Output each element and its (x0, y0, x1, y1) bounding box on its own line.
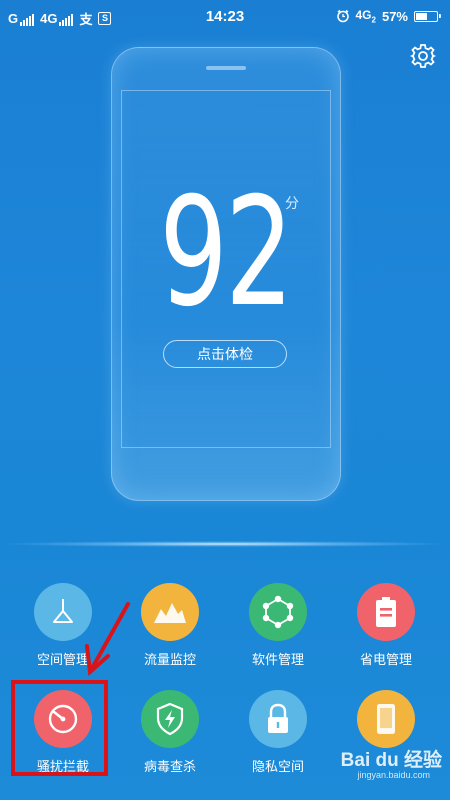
battery-icon (414, 10, 441, 22)
feature-private-space[interactable]: 隐私空间 (223, 690, 333, 775)
baidu-watermark: Bai du 经验 (340, 750, 442, 771)
shield-bolt-icon (156, 702, 184, 736)
feature-virus-scan[interactable]: 病毒查杀 (115, 690, 225, 775)
broom-icon (53, 599, 73, 623)
score-unit: 分 (285, 196, 299, 212)
feature-space-management[interactable]: 空间管理 (8, 583, 118, 668)
feature-label: 隐私空间 (251, 760, 304, 775)
feature-label: 软件管理 (251, 653, 304, 668)
private-space-circle (249, 690, 307, 748)
health-score: 92 (159, 166, 294, 340)
phone-speaker (206, 66, 246, 70)
traffic-monitor-circle (141, 583, 199, 641)
status-right: 4G2 57% (336, 8, 441, 25)
annotation-highlight-box (11, 680, 108, 776)
feature-label: 病毒查杀 (143, 760, 196, 775)
feature-label: 省电管理 (359, 653, 412, 668)
feature-software-management[interactable]: 软件管理 (223, 583, 333, 668)
space-management-circle (34, 583, 92, 641)
baidu-watermark-url: jingyan.baidu.com (357, 770, 430, 780)
software-management-circle (249, 583, 307, 641)
power-saving-circle (357, 583, 415, 641)
settings-button[interactable] (409, 43, 437, 69)
alarm-icon (336, 10, 349, 23)
battery-percent: 57% (381, 8, 408, 24)
feature-label: 空间管理 (36, 653, 89, 668)
traffic-chart-icon (154, 603, 186, 623)
network-type: 4G2 (355, 8, 376, 25)
virus-scan-circle (141, 690, 199, 748)
status-bar: G 4G 支 S 14:23 4G2 57% (0, 0, 450, 34)
feature-traffic-monitor[interactable]: 流量监控 (115, 583, 225, 668)
glow-divider (0, 541, 450, 547)
feature-label: 流量监控 (143, 653, 196, 668)
phone-tool-circle (357, 690, 415, 748)
feature-power-saving[interactable]: 省电管理 (331, 583, 441, 668)
battery-doc-icon (376, 597, 396, 627)
gear-icon (409, 44, 437, 68)
app-hex-icon (262, 595, 294, 629)
battery-fill (416, 12, 427, 20)
lock-icon (268, 703, 288, 733)
phone-icon (377, 704, 395, 734)
check-button[interactable]: 点击体检 (163, 340, 287, 368)
